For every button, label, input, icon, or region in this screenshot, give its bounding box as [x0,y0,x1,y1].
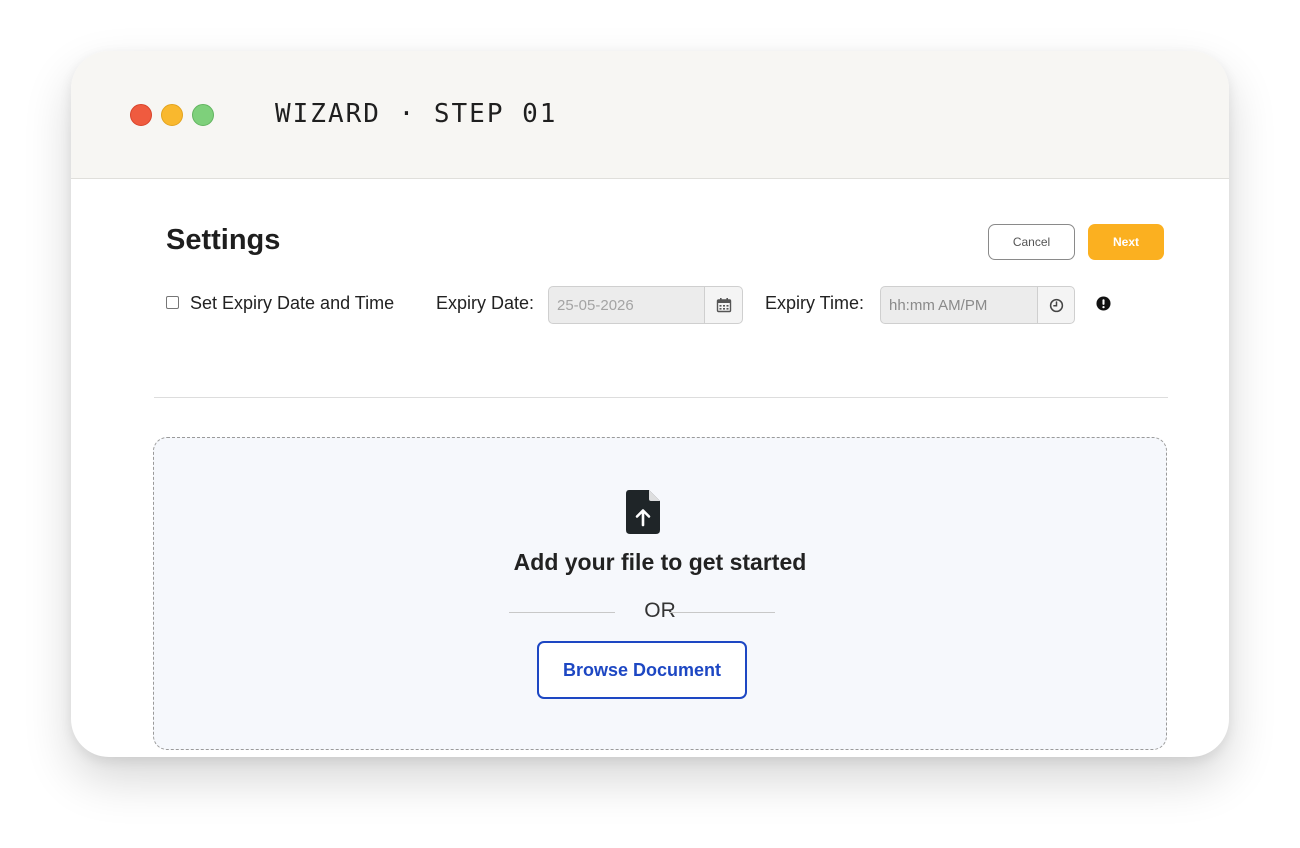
expiry-time-label: Expiry Time: [765,293,865,313]
title-bar: WIZARD · STEP 01 [71,51,1229,179]
expiry-checkbox[interactable] [166,296,179,309]
file-drop-zone[interactable]: Add your file to get started OR Browse D… [153,437,1167,750]
close-window-button[interactable] [130,104,152,126]
or-divider-right [669,612,775,613]
exclamation-circle-icon[interactable] [1096,296,1111,311]
window-title: WIZARD · STEP 01 [275,99,558,129]
section-divider [154,397,1168,398]
clock-icon [1049,298,1063,312]
next-button[interactable]: Next [1088,224,1164,260]
wizard-window: WIZARD · STEP 01 Settings Cancel Next Se… [71,51,1229,757]
file-upload-icon [626,490,660,534]
settings-panel: Settings Cancel Next Set Expiry Date and… [71,179,1229,757]
or-separator: OR [644,599,676,622]
drop-zone-title: Add your file to get started [513,549,807,575]
cancel-button[interactable]: Cancel [988,224,1075,260]
expiry-date-input[interactable] [548,286,704,324]
expiry-checkbox-label[interactable]: Set Expiry Date and Time [190,293,394,314]
expiry-time-input[interactable] [880,286,1037,324]
calendar-button[interactable] [704,286,743,324]
clock-button[interactable] [1037,286,1075,324]
expiry-date-label: Expiry Date: [436,293,535,313]
page-title: Settings [166,224,281,256]
browse-document-button[interactable]: Browse Document [537,641,747,699]
calendar-icon [716,298,731,313]
minimize-window-button[interactable] [161,104,183,126]
maximize-window-button[interactable] [192,104,214,126]
